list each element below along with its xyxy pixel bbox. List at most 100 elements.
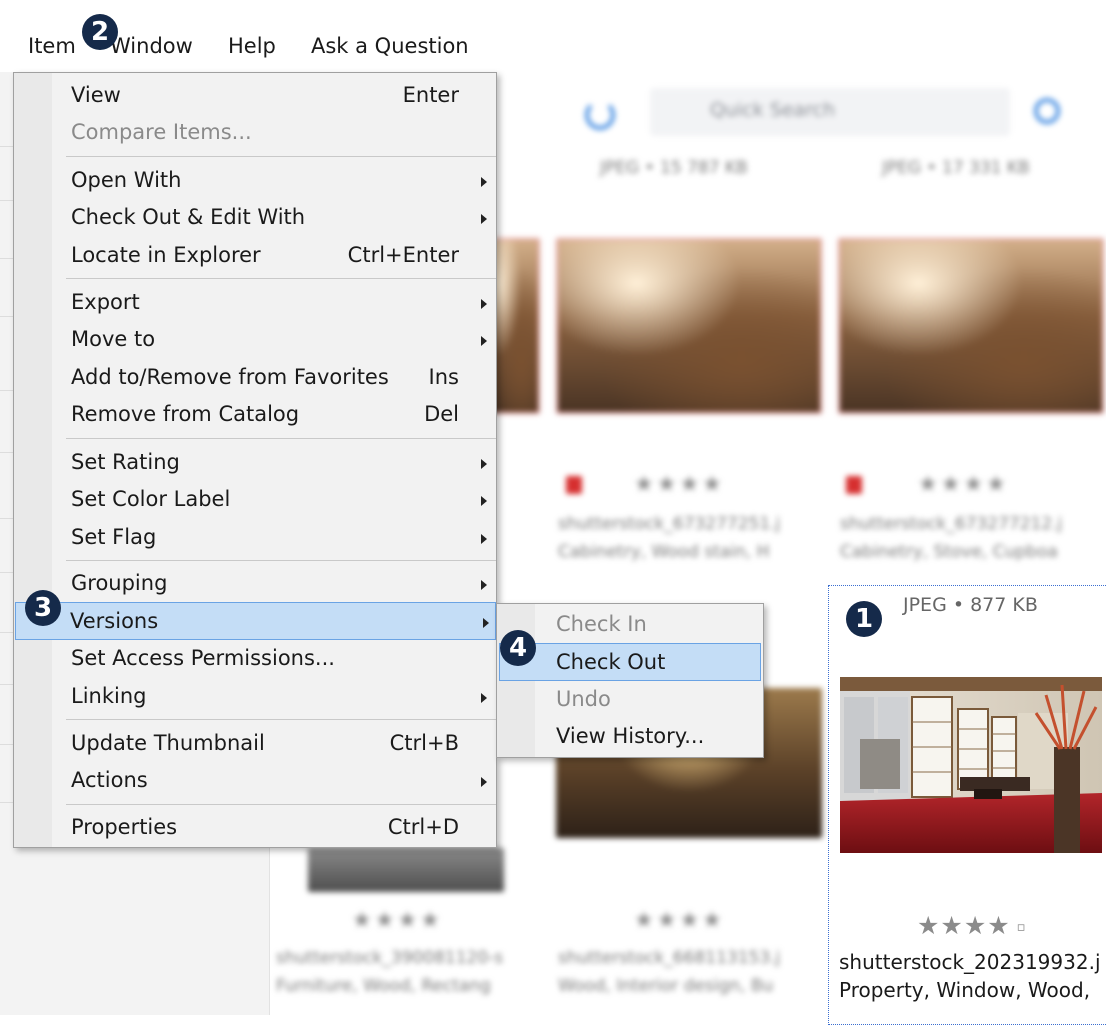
menu-item-compare-items: Compare Items... — [17, 114, 493, 150]
rating-stars[interactable]: ★★★★ — [634, 908, 725, 933]
rating-stars[interactable]: ★★★★ — [352, 908, 443, 933]
item-thumbnail[interactable] — [840, 677, 1102, 853]
thumb-tags: Furniture, Wood, Rectang — [276, 976, 491, 996]
color-label-indicator: ▫ — [1016, 919, 1027, 935]
submenu-arrow-icon — [481, 693, 487, 703]
menu-item-label: Check Out — [556, 650, 666, 674]
menu-item-label: Linking — [71, 684, 147, 708]
menubar: Item Window Help Ask a Question — [0, 0, 1106, 72]
menu-separator — [66, 278, 496, 279]
menu-item-properties[interactable]: Properties Ctrl+D — [17, 809, 493, 845]
menubar-item-window[interactable]: Window — [108, 31, 195, 61]
menu-item-label: Update Thumbnail — [71, 731, 265, 755]
thumb-tags: Cabinetry, Stove, Cupboa — [840, 542, 1058, 562]
thumbnail-image[interactable] — [556, 238, 822, 414]
menubar-item-item[interactable]: Item — [26, 31, 78, 61]
color-label-icon — [566, 476, 582, 494]
menu-item-label: Add to/Remove from Favorites — [71, 365, 389, 389]
menu-item-set-flag[interactable]: Set Flag — [17, 519, 493, 555]
versions-submenu: Check In Check Out Undo View History... — [496, 603, 764, 758]
menu-item-set-access-permissions[interactable]: Set Access Permissions... — [17, 640, 493, 676]
menu-item-label: Grouping — [71, 571, 168, 595]
menu-item-update-thumbnail[interactable]: Update Thumbnail Ctrl+B — [17, 725, 493, 761]
thumb-tags: Wood, Interior design, Bu — [558, 976, 774, 996]
menu-item-linking[interactable]: Linking — [17, 678, 493, 714]
color-label-icon — [846, 476, 862, 494]
undo-icon[interactable] — [585, 100, 615, 130]
menu-separator — [66, 719, 496, 720]
menu-item-set-rating[interactable]: Set Rating — [17, 444, 493, 480]
shortcut-label: Ctrl+B — [389, 731, 459, 755]
menu-item-label: Move to — [71, 327, 156, 351]
rating-stars[interactable]: ★★★★ — [917, 911, 1011, 940]
menu-item-view[interactable]: View Enter — [17, 77, 493, 113]
menu-item-label: Set Color Label — [71, 487, 231, 511]
quick-search-input[interactable]: Quick Search — [650, 88, 1010, 136]
menu-item-add-remove-favorites[interactable]: Add to/Remove from Favorites Ins — [17, 359, 493, 395]
submenu-arrow-icon — [481, 459, 487, 469]
submenu-item-check-out[interactable]: Check Out — [499, 643, 761, 681]
menubar-item-ask-a-question[interactable]: Ask a Question — [309, 31, 471, 61]
thumb-filename: shutterstock_673277212.j — [840, 514, 1063, 534]
shortcut-label: Ctrl+D — [387, 815, 459, 839]
thumbnail-image[interactable] — [308, 848, 504, 892]
item-filename: shutterstock_202319932.j — [839, 950, 1101, 974]
thumb-size-label: JPEG • 17 331 KB — [882, 158, 1030, 178]
menu-item-label: Compare Items... — [71, 120, 252, 144]
menu-item-label: Properties — [71, 815, 178, 839]
submenu-arrow-icon — [481, 534, 487, 544]
submenu-item-view-history[interactable]: View History... — [500, 718, 760, 754]
menu-item-remove-from-catalog[interactable]: Remove from Catalog Del — [17, 396, 493, 432]
rating-stars[interactable]: ★★★★ — [918, 472, 1009, 497]
shortcut-label: Del — [424, 402, 459, 426]
menu-item-label: Check Out & Edit With — [71, 205, 306, 229]
item-tags: Property, Window, Wood, — [839, 978, 1091, 1002]
menubar-item-help[interactable]: Help — [226, 31, 278, 61]
item-menu: View Enter Compare Items... Open With Ch… — [13, 72, 497, 848]
menu-item-label: Versions — [70, 609, 159, 633]
menu-separator — [66, 156, 496, 157]
menu-item-open-with[interactable]: Open With — [17, 162, 493, 198]
submenu-item-check-in: Check In — [500, 606, 760, 642]
menu-item-label: Undo — [556, 687, 611, 711]
submenu-arrow-icon — [481, 496, 487, 506]
step-badge-4: 4 — [500, 630, 536, 666]
menu-item-label: Set Flag — [71, 525, 157, 549]
menu-item-label: Open With — [71, 168, 182, 192]
menu-item-label: Locate in Explorer — [71, 243, 261, 267]
thumb-filename: shutterstock_390081120-s — [276, 948, 504, 968]
menu-item-export[interactable]: Export — [17, 284, 493, 320]
rating-stars[interactable]: ★★★★ — [634, 472, 725, 497]
menu-item-check-out-edit-with[interactable]: Check Out & Edit With — [17, 199, 493, 235]
menu-item-label: Actions — [71, 768, 148, 792]
menu-item-label: Set Access Permissions... — [71, 646, 335, 670]
interior-photo — [840, 677, 1102, 853]
menu-separator — [66, 438, 496, 439]
menu-item-label: Remove from Catalog — [71, 402, 300, 426]
selected-item-card[interactable]: JPEG • 877 KB ★★★★ ▫ shutterstock_202319… — [828, 585, 1106, 1025]
shortcut-label: Enter — [402, 83, 459, 107]
submenu-arrow-icon — [481, 177, 487, 187]
menu-separator — [66, 804, 496, 805]
submenu-arrow-icon — [481, 777, 487, 787]
thumb-filename: shutterstock_673277251.j — [558, 514, 781, 534]
menu-item-label: View — [71, 83, 121, 107]
menu-item-versions[interactable]: Versions — [15, 602, 496, 640]
submenu-arrow-icon — [481, 580, 487, 590]
thumbnail-image[interactable] — [838, 238, 1104, 414]
menu-item-label: Check In — [556, 612, 647, 636]
menu-item-set-color-label[interactable]: Set Color Label — [17, 481, 493, 517]
thumb-size-label: JPEG • 15 787 KB — [600, 158, 748, 178]
item-rating[interactable]: ★★★★ ▫ — [917, 911, 1026, 940]
submenu-arrow-icon — [481, 299, 487, 309]
menu-item-label: Export — [71, 290, 140, 314]
submenu-arrow-icon — [483, 618, 489, 628]
item-file-info: JPEG • 877 KB — [903, 594, 1038, 616]
menu-item-move-to[interactable]: Move to — [17, 321, 493, 357]
menu-item-grouping[interactable]: Grouping — [17, 565, 493, 601]
search-icon[interactable] — [1034, 98, 1060, 124]
menu-item-locate-in-explorer[interactable]: Locate in Explorer Ctrl+Enter — [17, 237, 493, 273]
menu-item-actions[interactable]: Actions — [17, 762, 493, 798]
submenu-arrow-icon — [481, 336, 487, 346]
thumb-tags: Cabinetry, Wood stain, H — [558, 542, 770, 562]
